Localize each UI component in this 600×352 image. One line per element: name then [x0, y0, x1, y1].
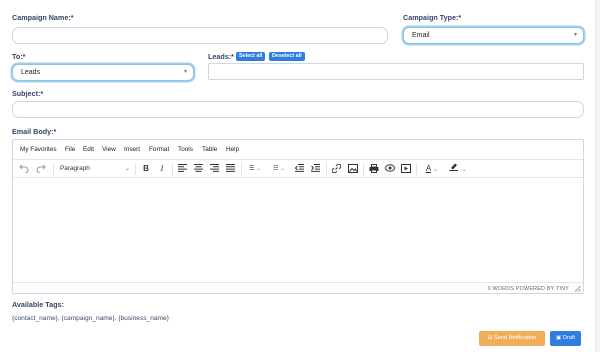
resize-handle-icon[interactable] [574, 285, 581, 292]
highlight-color-icon[interactable]: ⌄ [447, 162, 469, 176]
send-notification-button[interactable]: ⊟ Send Notification [479, 331, 545, 346]
deselect-all-button[interactable]: Deselect all [269, 52, 305, 61]
menu-tools[interactable]: Tools [178, 146, 193, 153]
to-select[interactable]: Leads ▾ [12, 64, 194, 81]
campaign-type-select[interactable]: Email ▾ [403, 27, 584, 44]
text-color-icon[interactable]: A ⌄ [421, 162, 443, 176]
campaign-form-card: Campaign Name:* Campaign Type:* Email ▾ … [0, 0, 596, 352]
to-label: To:* [12, 52, 26, 61]
chevron-down-icon: ▾ [573, 32, 577, 38]
subject-input[interactable] [12, 101, 584, 118]
available-tags-title: Available Tags: [12, 300, 64, 309]
undo-icon[interactable] [17, 162, 31, 176]
numbered-list-icon[interactable]: ☷ ⌄ [269, 162, 289, 176]
send-notification-label: Send Notification [493, 335, 537, 341]
chevron-down-icon: ▾ [183, 69, 187, 75]
menu-format[interactable]: Format [149, 146, 169, 153]
editor-content-area[interactable] [13, 178, 583, 282]
to-value: Leads [21, 69, 41, 76]
editor-statusbar: 0 WORDS POWERED BY TINY [13, 282, 583, 293]
leads-input[interactable] [208, 63, 584, 80]
redo-icon[interactable] [34, 162, 48, 176]
menu-file[interactable]: File [65, 146, 75, 153]
block-format-select[interactable]: Paragraph ⌄ [57, 162, 133, 176]
menu-view[interactable]: View [102, 146, 116, 153]
menu-edit[interactable]: Edit [83, 146, 94, 153]
bold-icon[interactable]: B [140, 162, 152, 176]
campaign-name-input[interactable] [12, 27, 388, 44]
draft-button[interactable]: ▣ Draft [550, 331, 581, 346]
select-all-button[interactable]: Select all [236, 52, 266, 61]
italic-icon[interactable]: I [156, 162, 168, 176]
subject-label: Subject:* [12, 89, 44, 98]
align-center-icon[interactable] [192, 162, 205, 176]
campaign-type-label: Campaign Type:* [403, 13, 462, 22]
indent-icon[interactable] [309, 162, 321, 176]
menu-my-favorites[interactable]: My Favorites [20, 146, 57, 153]
draft-label: Draft [562, 335, 575, 341]
editor-menubar: My Favorites File Edit View Insert Forma… [13, 140, 583, 160]
align-left-icon[interactable] [176, 162, 189, 176]
preview-icon[interactable] [383, 162, 396, 176]
email-body-label: Email Body:* [12, 127, 57, 136]
outdent-icon[interactable] [293, 162, 305, 176]
send-icon: ⊟ [487, 335, 493, 341]
menu-help[interactable]: Help [226, 146, 239, 153]
campaign-type-value: Email [412, 32, 430, 39]
menu-table[interactable]: Table [202, 146, 217, 153]
save-icon: ▣ [556, 335, 562, 341]
chevron-down-icon: ⌄ [124, 166, 130, 172]
available-tags-list: {contact_name}, {campaign_name}, {busine… [12, 315, 169, 322]
rich-text-editor: My Favorites File Edit View Insert Forma… [12, 139, 584, 294]
link-icon[interactable] [330, 162, 343, 176]
image-icon[interactable] [346, 162, 359, 176]
align-right-icon[interactable] [208, 162, 221, 176]
campaign-name-label: Campaign Name:* [12, 13, 74, 22]
media-icon[interactable] [399, 162, 412, 176]
block-format-value: Paragraph [60, 165, 90, 172]
print-icon[interactable] [367, 162, 380, 176]
editor-toolbar: Paragraph ⌄ B I ☰ ⌄ ☷ ⌄ A ⌄ ⌄ [13, 160, 583, 178]
bullet-list-icon[interactable]: ☰ ⌄ [245, 162, 265, 176]
align-justify-icon[interactable] [224, 162, 237, 176]
word-count: 0 WORDS POWERED BY TINY [487, 286, 569, 292]
menu-insert[interactable]: Insert [124, 146, 140, 153]
leads-label: Leads:* [208, 52, 234, 61]
